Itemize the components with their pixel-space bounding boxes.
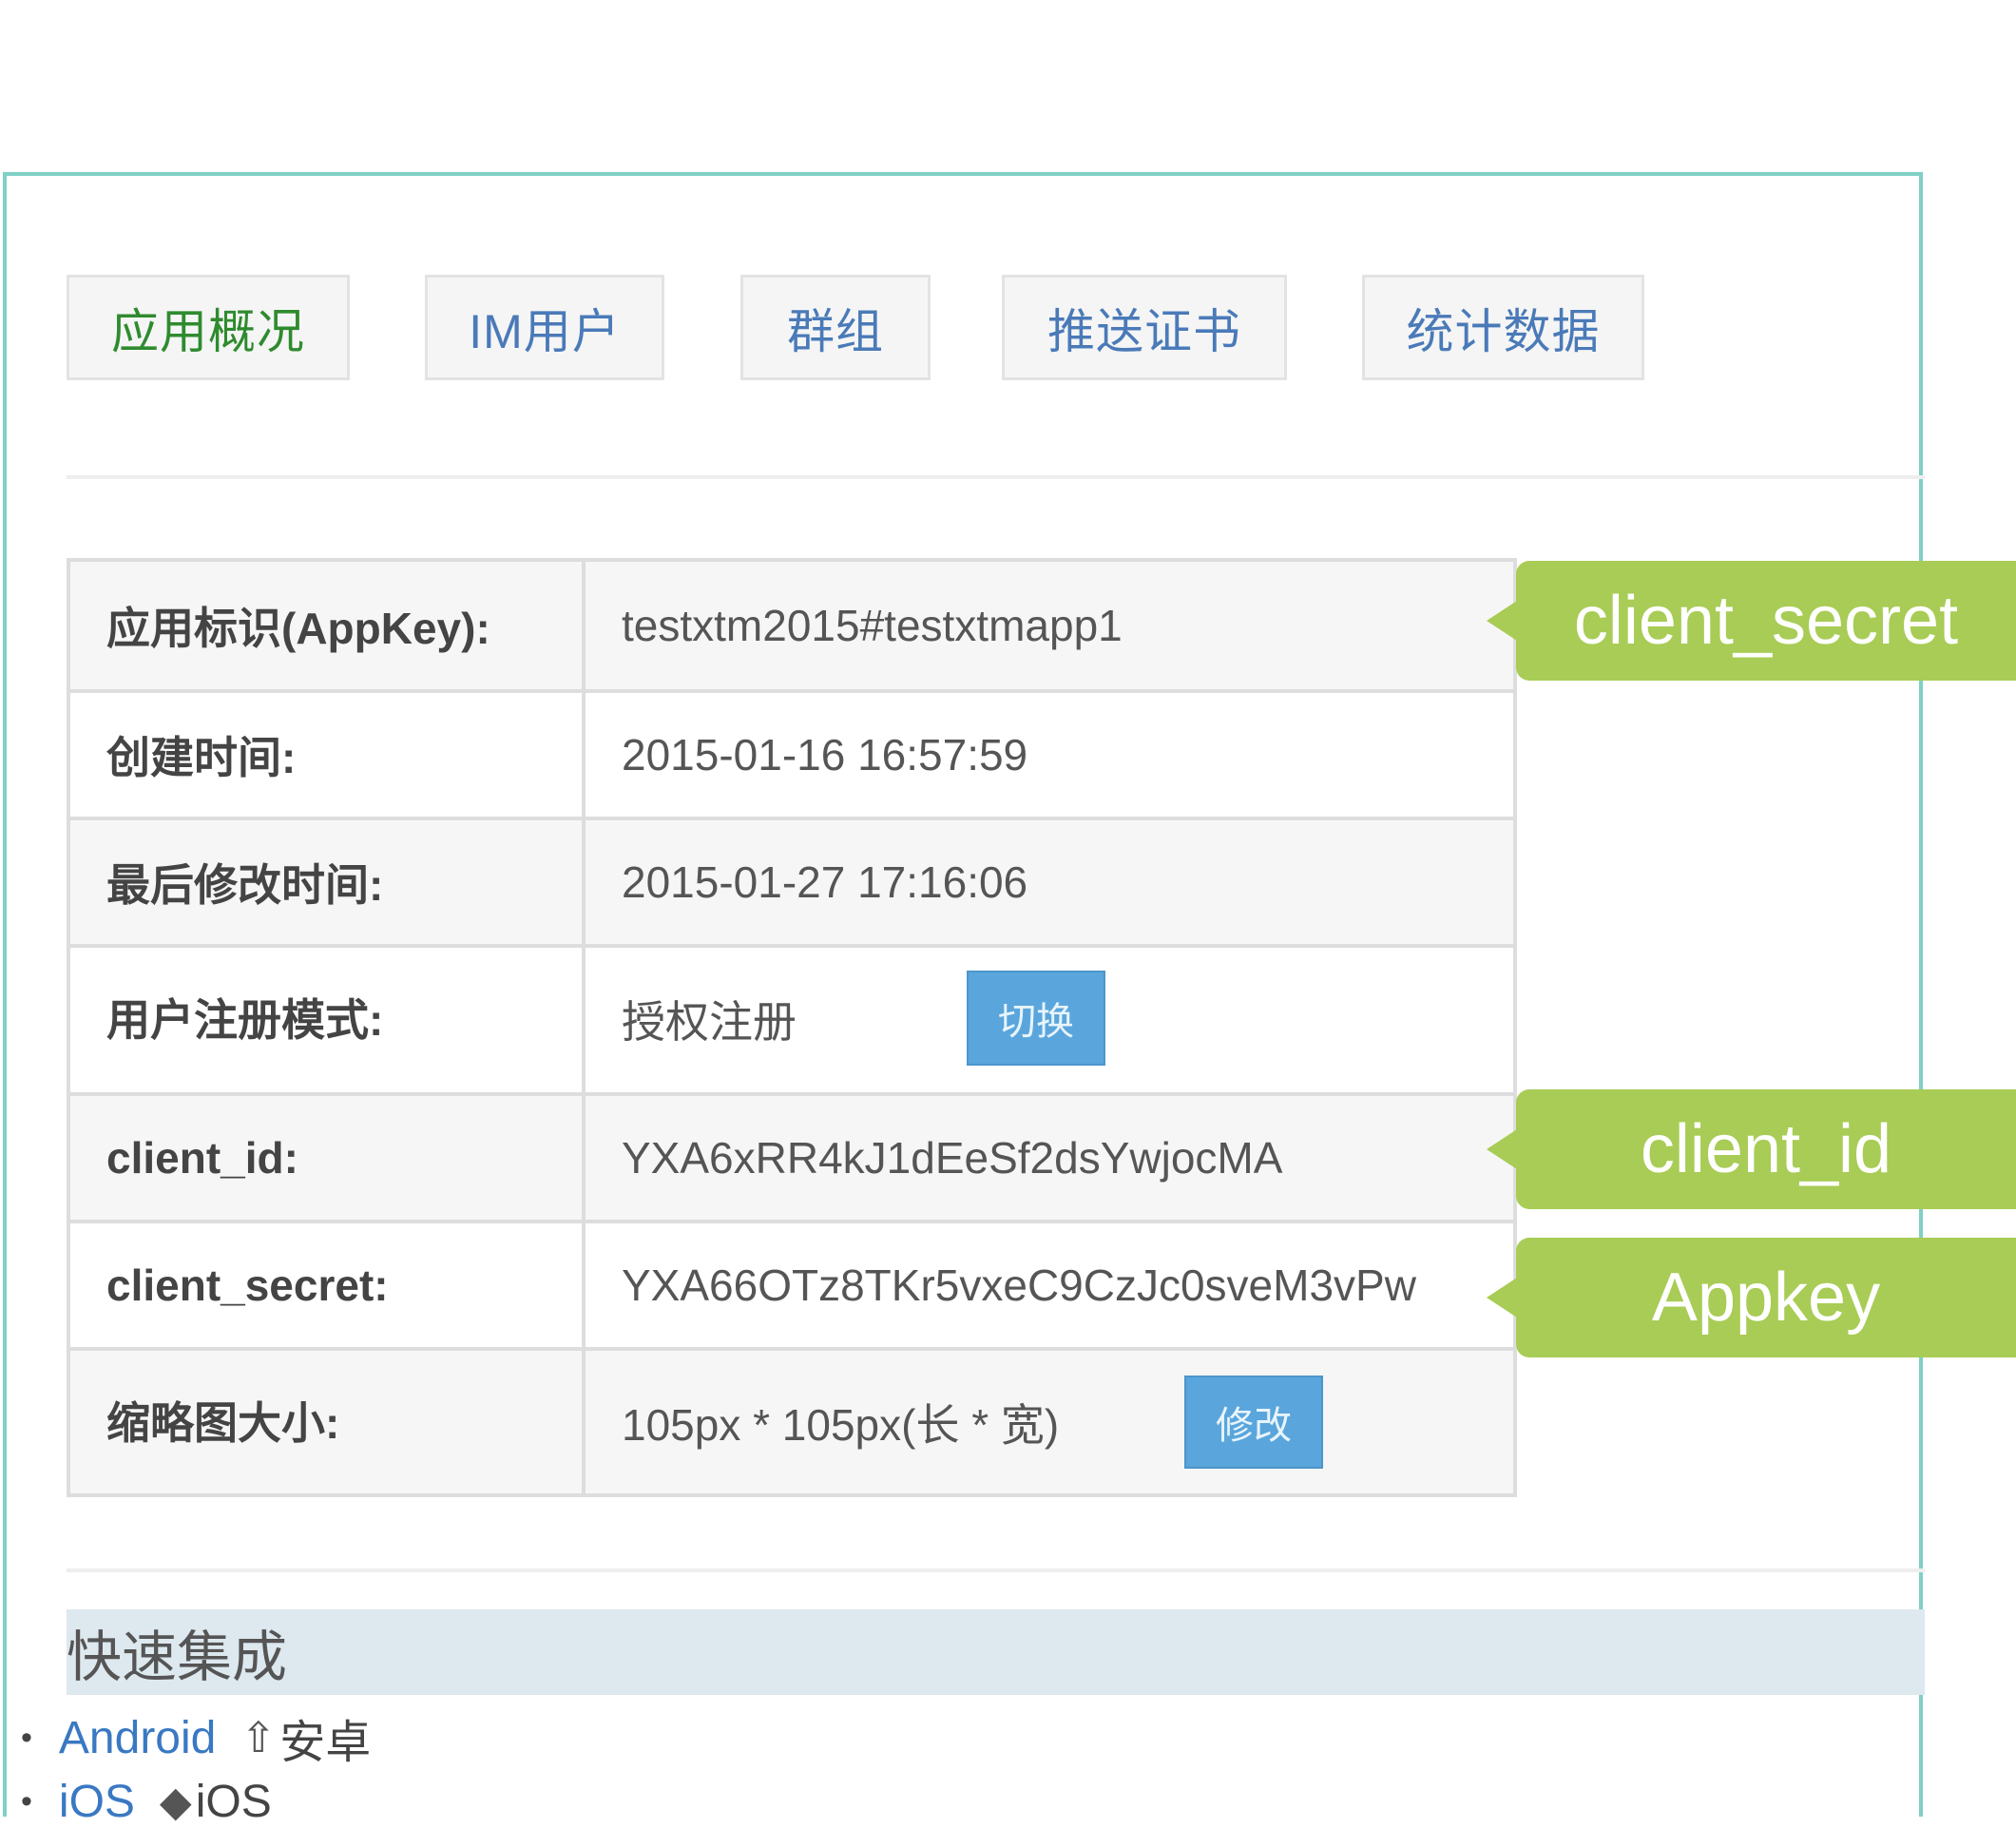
tab-statistics[interactable]: 统计数据 [1362,275,1644,380]
table-row: 用户注册模式: 授权注册 [70,944,1513,1092]
ios-text: iOS [195,1777,272,1827]
modify-button[interactable]: 修改 [1184,1376,1323,1469]
android-text: 安卓 [279,1718,372,1768]
divider [67,475,1925,479]
list-item: • Android ⇧ 安卓 [21,1704,371,1771]
client-secret-label: client_secret: [70,1223,586,1347]
appkey-value: testxtm2015#testxtmapp1 [622,601,1123,650]
tab-groups[interactable]: 群组 [740,275,931,380]
callout-text: client_secret [1573,583,1959,659]
bullet: • [21,1783,32,1819]
modified-time-value: 2015-01-27 17:16:06 [622,857,1028,907]
callout-arrow [1487,601,1517,641]
callout-label: Appkey [1487,1238,2016,1357]
tab-app-overview[interactable]: 应用概况 [67,275,350,380]
quick-integration-header: 快速集成 [67,1609,1925,1695]
bullet: • [21,1719,32,1756]
thumbnail-size-label: 缩略图大小: [70,1351,586,1493]
created-time-value: 2015-01-16 16:57:59 [622,730,1028,779]
table-row: 最后修改时间: 2015-01-27 17:16:06 [70,817,1513,944]
table-row: 创建时间: 2015-01-16 16:57:59 [70,689,1513,817]
modified-time-label: 最后修改时间: [70,820,586,944]
table-row: client_secret: YXA66OTz8TKr5vxeC9CzJc0sv… [70,1220,1513,1347]
client-secret-value: YXA66OTz8TKr5vxeC9CzJc0sveM3vPw [622,1260,1416,1310]
callout-label: client_secret [1487,561,2016,681]
app-info-table: 应用标识(AppKey): testxtm2015#testxtmapp1 创建… [67,558,1517,1497]
table-row: client_id: YXA6xRR4kJ1dEeSf2dsYwjocMA [70,1092,1513,1220]
apple-icon: ◆ [159,1779,192,1825]
ios-link[interactable]: iOS [59,1776,135,1828]
callout-label: client_id [1487,1089,2016,1209]
tab-im-users[interactable]: IM用户 [425,275,664,380]
appkey-label: 应用标识(AppKey): [70,562,586,689]
tab-push-certificates[interactable]: 推送证书 [1002,275,1287,380]
callout-text: client_id [1640,1111,1892,1187]
table-row: 应用标识(AppKey): testxtm2015#testxtmapp1 [70,562,1513,689]
registration-mode-label: 用户注册模式: [70,948,586,1092]
callout-text: Appkey [1651,1260,1881,1336]
android-icon: ⇧ [240,1714,277,1761]
section-title: 快速集成 [67,1626,288,1688]
created-time-label: 创建时间: [70,693,586,817]
android-link[interactable]: Android [59,1712,216,1764]
client-id-label: client_id: [70,1096,586,1220]
switch-button[interactable]: 切换 [967,971,1105,1066]
divider [67,1568,1925,1572]
thumbnail-size-value: 105px * 105px(长 * 宽) [622,1400,1060,1450]
callout-arrow [1487,1278,1517,1318]
list-item: • iOS ◆ iOS [21,1776,272,1828]
callout-arrow [1487,1129,1517,1169]
client-id-value: YXA6xRR4kJ1dEeSf2dsYwjocMA [622,1133,1283,1183]
